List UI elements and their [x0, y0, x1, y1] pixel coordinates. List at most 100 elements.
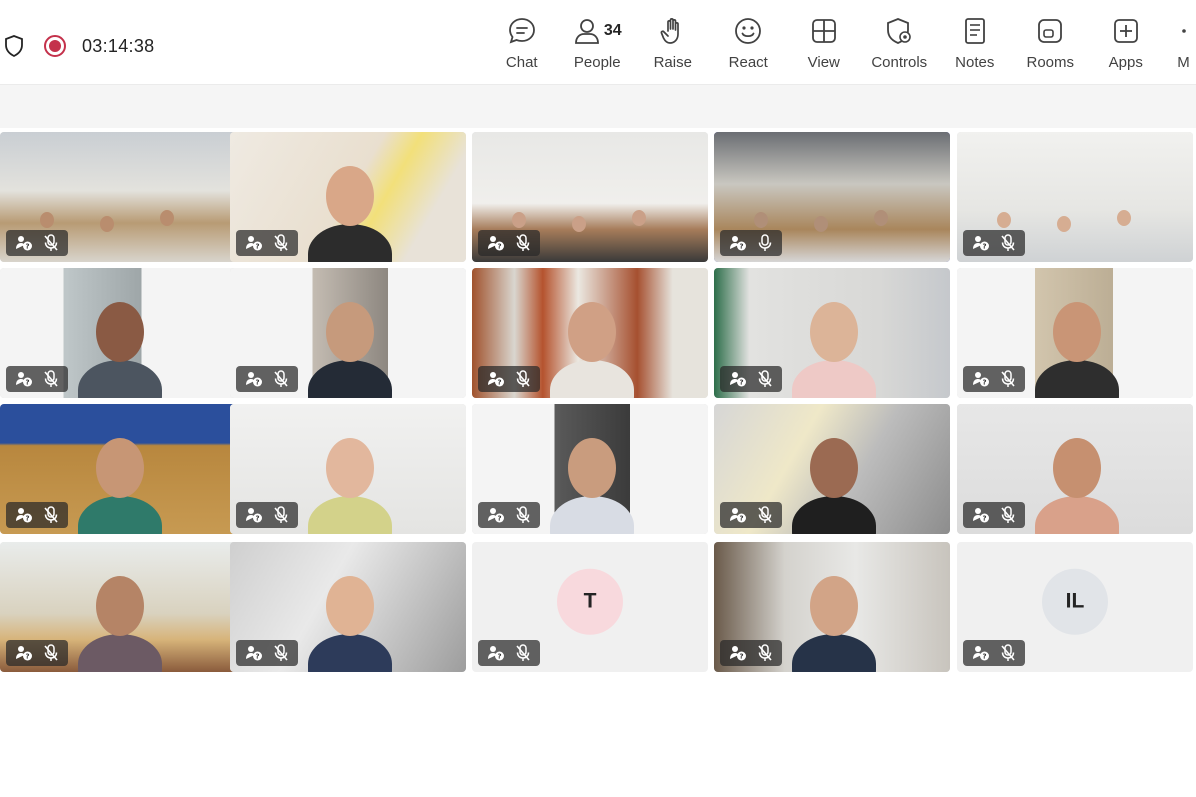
- raise-hand-status-icon: ?: [243, 369, 265, 389]
- svg-text:?: ?: [255, 379, 259, 387]
- svg-text:?: ?: [497, 653, 501, 661]
- raise-hand-button[interactable]: Raise: [635, 14, 711, 71]
- participant-status-badges: ?: [236, 366, 298, 392]
- participant-video-tile[interactable]: ?: [472, 268, 708, 398]
- people-icon: 34: [573, 14, 622, 48]
- participant-video-tile[interactable]: ?: [230, 132, 466, 262]
- mic-off-icon: [270, 233, 292, 253]
- participant-face: [810, 576, 858, 636]
- participant-status-badges: ?: [236, 230, 298, 256]
- plus-square-icon: [1112, 14, 1140, 48]
- participant-video-tile[interactable]: ?: [957, 132, 1193, 262]
- participant-face: [810, 438, 858, 498]
- participant-status-badges: ?: [720, 230, 782, 256]
- raise-hand-status-icon: ?: [13, 369, 35, 389]
- mic-off-icon: [512, 369, 534, 389]
- people-count: 34: [603, 22, 622, 39]
- participant-face: [96, 438, 144, 498]
- people-button[interactable]: 34 People: [560, 14, 636, 71]
- controls-button[interactable]: Controls: [862, 14, 938, 71]
- participant-status-badges: ?: [478, 640, 540, 666]
- svg-text:?: ?: [982, 379, 986, 387]
- svg-text:?: ?: [739, 653, 743, 661]
- participant-status-badges: ?: [963, 502, 1025, 528]
- participant-status-badges: ?: [236, 502, 298, 528]
- participant-video-tile[interactable]: ?: [0, 404, 236, 534]
- participant-video-tile[interactable]: ?: [957, 404, 1193, 534]
- participant-initials: T: [583, 589, 597, 613]
- react-button[interactable]: React: [711, 14, 787, 71]
- call-status: 03:14:38: [4, 32, 154, 60]
- apps-button[interactable]: Apps: [1088, 14, 1164, 71]
- participant-face: [572, 216, 586, 232]
- participant-face: [100, 216, 114, 232]
- participant-video-tile[interactable]: ?: [472, 132, 708, 262]
- participant-status-badges: ?: [236, 640, 298, 666]
- participant-face: [874, 210, 888, 226]
- participant-avatar: IL: [1042, 568, 1108, 635]
- participant-face: [568, 438, 616, 498]
- shield-icon[interactable]: [4, 34, 24, 58]
- participant-status-badges: ?: [720, 366, 782, 392]
- raise-hand-status-icon: ?: [970, 505, 992, 525]
- raise-hand-status-icon: ?: [970, 643, 992, 663]
- mic-off-icon: [754, 369, 776, 389]
- participant-video-tile[interactable]: ?: [0, 542, 236, 672]
- recording-icon: [44, 35, 66, 57]
- participant-face: [754, 212, 768, 228]
- view-button[interactable]: View: [786, 14, 862, 71]
- participant-tile-avatar[interactable]: IL ?: [957, 542, 1193, 672]
- rooms-button[interactable]: Rooms: [1013, 14, 1089, 71]
- participant-status-badges: ?: [963, 230, 1025, 256]
- participant-video-tile[interactable]: ?: [472, 404, 708, 534]
- participant-video-tile[interactable]: ?: [230, 404, 466, 534]
- svg-text:?: ?: [25, 653, 29, 661]
- raise-label: Raise: [653, 54, 692, 71]
- call-timer: 03:14:38: [82, 35, 155, 56]
- svg-text:?: ?: [982, 653, 986, 661]
- participant-video-tile[interactable]: ?: [714, 132, 950, 262]
- mic-off-icon: [512, 505, 534, 525]
- mic-off-icon: [270, 505, 292, 525]
- more-button[interactable]: M: [1164, 14, 1196, 71]
- participant-status-badges: ?: [963, 640, 1025, 666]
- svg-text:?: ?: [982, 515, 986, 523]
- participant-face: [632, 210, 646, 226]
- raise-hand-status-icon: ?: [727, 369, 749, 389]
- chat-button[interactable]: Chat: [484, 14, 560, 71]
- participant-video-tile[interactable]: ?: [714, 404, 950, 534]
- svg-text:?: ?: [25, 243, 29, 251]
- svg-text:?: ?: [739, 243, 743, 251]
- participant-face: [326, 438, 374, 498]
- participant-video-tile[interactable]: ?: [957, 268, 1193, 398]
- participant-video-tile[interactable]: ?: [0, 268, 236, 398]
- people-label: People: [573, 54, 621, 71]
- notes-button[interactable]: Notes: [937, 14, 1013, 71]
- rooms-icon: [1036, 14, 1064, 48]
- mic-off-icon: [754, 505, 776, 525]
- participant-face: [1053, 302, 1101, 362]
- participant-tile-avatar[interactable]: T ?: [472, 542, 708, 672]
- participant-avatar: T: [557, 568, 623, 635]
- participant-face: [1053, 438, 1101, 498]
- mic-off-icon: [40, 505, 62, 525]
- react-label: React: [728, 54, 768, 71]
- participant-status-badges: ?: [6, 366, 68, 392]
- mic-off-icon: [997, 233, 1019, 253]
- svg-text:?: ?: [739, 515, 743, 523]
- participant-video-tile[interactable]: ?: [714, 268, 950, 398]
- participant-status-badges: ?: [478, 366, 540, 392]
- svg-text:?: ?: [255, 515, 259, 523]
- participant-video-tile[interactable]: ?: [230, 268, 466, 398]
- more-icon: [1176, 14, 1192, 48]
- participant-video-tile[interactable]: ?: [0, 132, 236, 262]
- mic-off-icon: [270, 643, 292, 663]
- participant-video-tile[interactable]: ?: [714, 542, 950, 672]
- participant-video-tile[interactable]: ?: [230, 542, 466, 672]
- participant-status-badges: ?: [720, 640, 782, 666]
- mic-off-icon: [40, 369, 62, 389]
- mic-off-icon: [997, 505, 1019, 525]
- grid-icon: [810, 14, 838, 48]
- mic-off-icon: [40, 233, 62, 253]
- raise-hand-status-icon: ?: [727, 643, 749, 663]
